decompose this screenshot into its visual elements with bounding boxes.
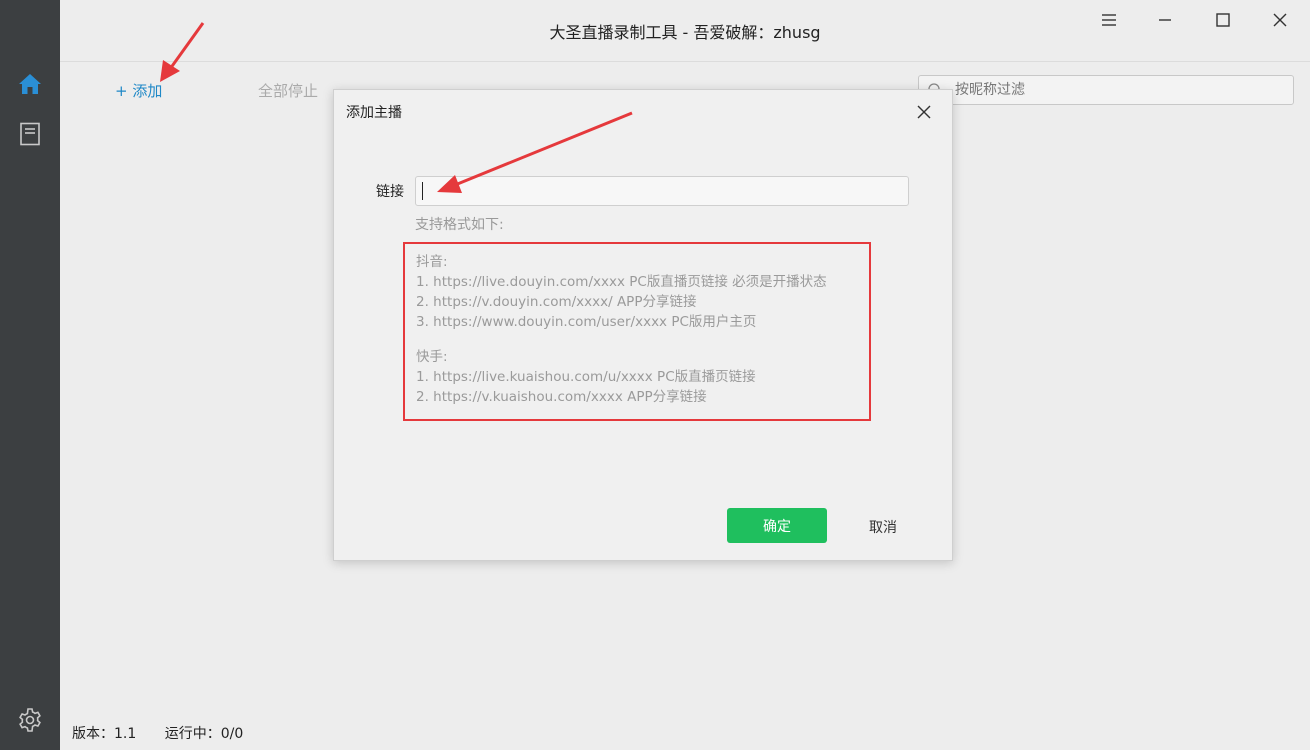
text-caret xyxy=(422,182,423,200)
stop-all-button[interactable]: 全部停止 xyxy=(258,80,318,101)
dialog-close-icon[interactable] xyxy=(912,100,936,124)
document-icon[interactable] xyxy=(15,119,45,149)
running-count-text: 运行中：0/0 xyxy=(164,726,244,742)
supported-formats-box: 抖音: 1. https://live.douyin.com/xxxx PC版直… xyxy=(403,242,871,421)
douyin-format-1: 1. https://live.douyin.com/xxxx PC版直播页链接… xyxy=(416,274,827,290)
kuaishou-header: 快手: xyxy=(416,349,448,365)
minimize-icon[interactable] xyxy=(1151,8,1179,32)
filter-input[interactable] xyxy=(955,79,1285,101)
add-button[interactable]: + 添加 xyxy=(115,80,162,101)
maximize-icon[interactable] xyxy=(1209,8,1237,32)
confirm-button[interactable]: 确定 xyxy=(727,508,827,543)
link-label: 链接 xyxy=(376,184,404,200)
kuaishou-format-1: 1. https://live.kuaishou.com/u/xxxx PC版直… xyxy=(416,369,756,385)
link-input[interactable] xyxy=(415,176,909,206)
sidebar xyxy=(0,0,60,750)
douyin-format-2: 2. https://v.douyin.com/xxxx/ APP分享链接 xyxy=(416,294,697,310)
status-bar: 版本：1.1 运行中：0/0 xyxy=(72,723,267,743)
menu-icon[interactable] xyxy=(1095,8,1123,32)
gear-icon[interactable] xyxy=(15,705,45,735)
formats-label: 支持格式如下: xyxy=(415,217,504,233)
add-streamer-dialog: 添加主播 链接 支持格式如下: 抖音: 1. https://live.douy… xyxy=(333,89,953,561)
cancel-button[interactable]: 取消 xyxy=(869,517,897,537)
title-bar: 大圣直播录制工具 - 吾爱破解：zhusg xyxy=(60,0,1310,62)
filter-box xyxy=(918,75,1294,105)
home-icon[interactable] xyxy=(15,69,45,99)
kuaishou-format-2: 2. https://v.kuaishou.com/xxxx APP分享链接 xyxy=(416,389,707,405)
douyin-header: 抖音: xyxy=(416,254,448,270)
close-icon[interactable] xyxy=(1266,8,1294,32)
douyin-format-3: 3. https://www.douyin.com/user/xxxx PC版用… xyxy=(416,314,757,330)
version-text: 版本：1.1 xyxy=(72,726,137,742)
dialog-title: 添加主播 xyxy=(346,105,402,121)
